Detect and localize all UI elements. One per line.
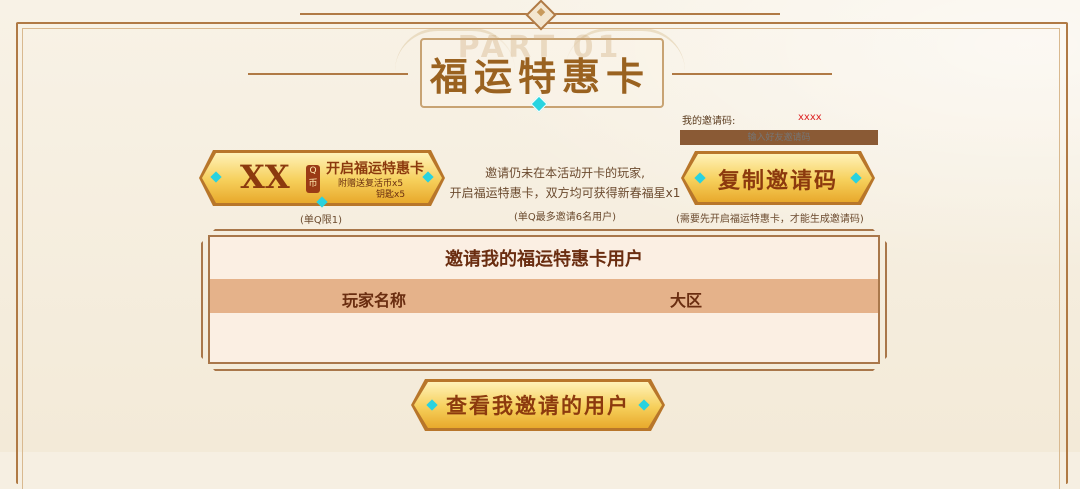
copy-invite-code-note: (需要先开启福运特惠卡，才能生成邀请码) [676,214,864,225]
description-line3: (单Q最多邀请6名用户) [513,212,617,223]
my-invite-code-value: xxxx [798,112,822,123]
card-button-title: 开启福运特惠卡 [326,161,424,177]
copy-invite-code-button[interactable]: 复制邀请码 [684,154,872,202]
my-invite-code-label: 我的邀请码: [682,116,736,127]
card-limit-note: (单Q限1) [300,215,343,226]
invited-panel: 邀请我的福运特惠卡用户 玩家名称 大区 [208,235,880,364]
description-line1: 邀请仍未在本活动开卡的玩家, [485,166,645,180]
page-title: 福运特惠卡 [429,54,650,99]
invited-panel-title: 邀请我的福运特惠卡用户 [445,249,643,270]
friend-invite-code-input[interactable] [680,130,878,145]
view-invited-users-label: 查看我邀请的用户 [446,394,630,418]
title-divider-left [248,73,408,75]
card-price: XX [240,158,290,196]
copy-invite-code-label: 复制邀请码 [717,169,838,194]
column-player-name: 玩家名称 [342,291,407,310]
top-divider-left [300,13,528,15]
table-header: 玩家名称 大区 [210,279,878,313]
card-bonus-line2: 钥匙x5 [376,190,406,200]
q-coin-icon: Q 币 [306,165,320,193]
column-region: 大区 [670,291,703,310]
title-divider-right [672,73,832,75]
top-divider-right [552,13,780,15]
view-invited-users-button[interactable]: 查看我邀请的用户 [414,382,662,428]
open-card-button[interactable]: XX Q 币 开启福运特惠卡 附赠送复活币x5 钥匙x5 [202,153,442,208]
description-line2: 开启福运特惠卡，双方均可获得新春福星x1 [449,186,681,200]
